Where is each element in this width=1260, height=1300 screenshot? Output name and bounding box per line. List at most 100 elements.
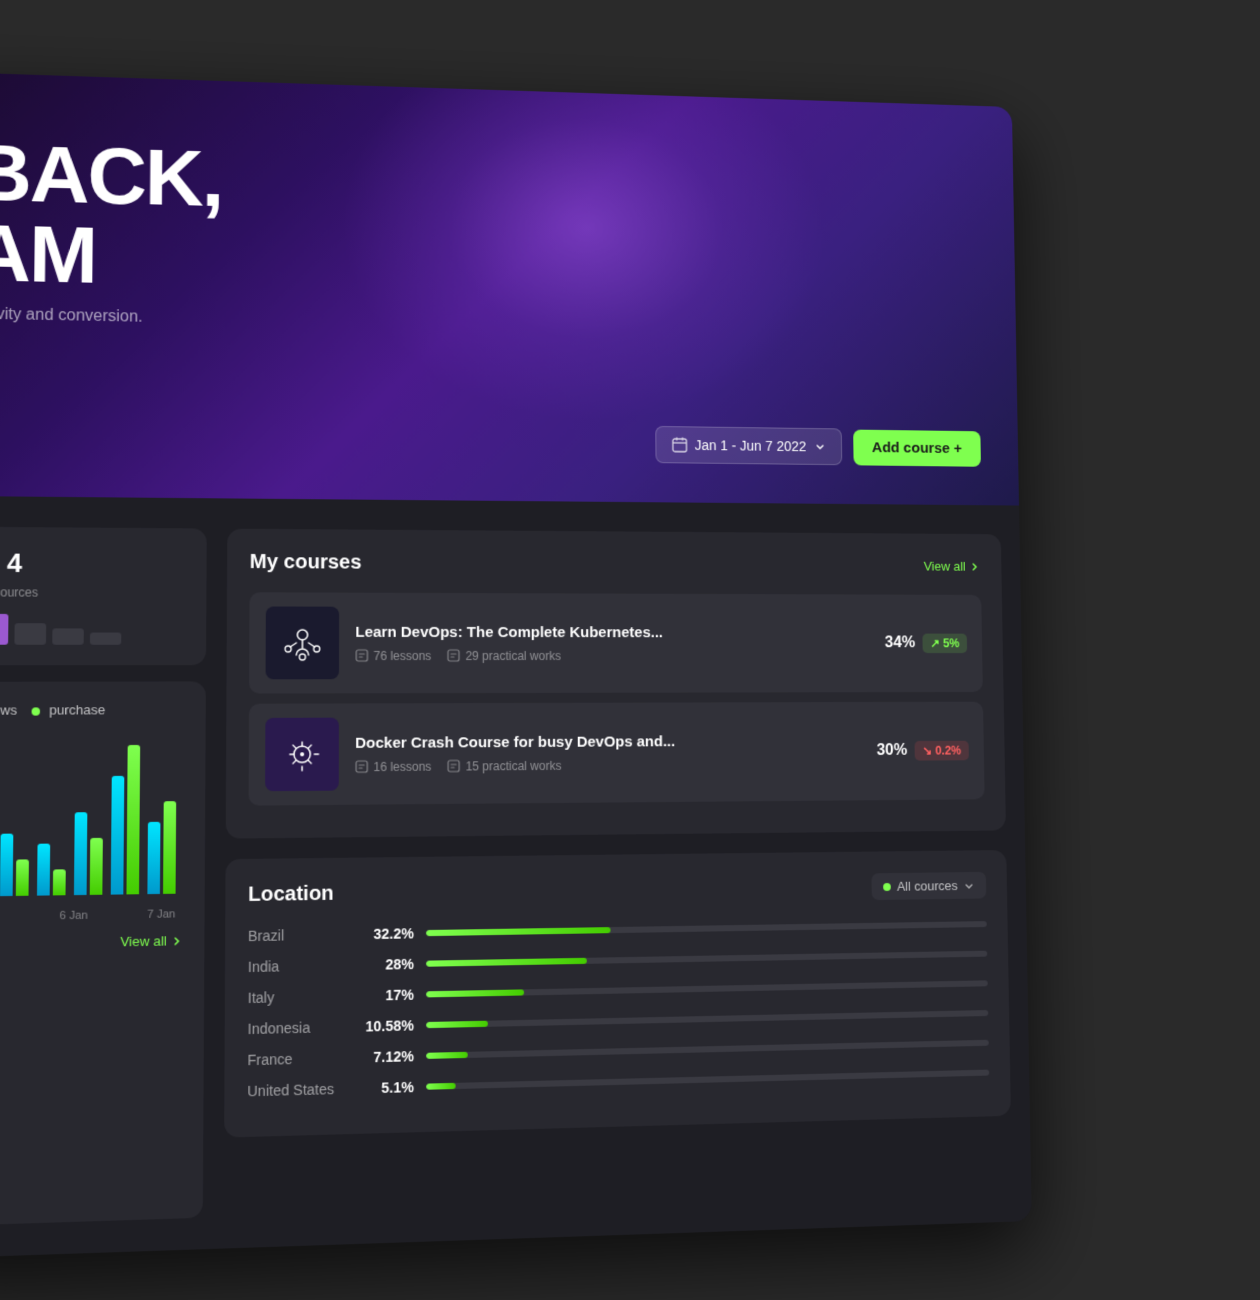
lessons-icon-2 [355,760,368,773]
course-item-2[interactable]: Docker Crash Course for busy DevOps and.… [249,702,985,806]
lessons-meta-2: 16 lessons [355,759,431,774]
mini-bars [0,614,186,645]
progress-fill [426,927,611,936]
chevron-down-icon [963,879,975,891]
location-item-indonesia: Indonesia 10.58% [248,1005,989,1037]
bar-group-3 [37,843,66,895]
docker-icon [277,730,326,779]
course-name-1: Learn DevOps: The Complete Kubernetes... [355,623,869,641]
course-stat-2: 30% ↘ 0.2% [877,741,969,761]
course-meta-1: 76 lessons 29 practical works [355,648,870,662]
bar-green [90,838,103,895]
progress-fill [426,1052,467,1059]
bar-gray-2 [52,628,84,645]
kubernetes-icon [278,619,327,668]
legend-views: views [0,702,17,718]
progress-bg [426,921,987,936]
location-item-france: France 7.12% [247,1035,988,1068]
stat-label: total cources [0,585,186,600]
progress-bg [426,980,988,997]
practical-icon-2 [447,759,460,772]
bar-purple [0,614,8,645]
location-dot [883,882,891,890]
purchase-dot [32,707,41,715]
progress-bg [426,1070,989,1090]
bar-group-4 [74,812,103,895]
chart-labels: 5 Jan 6 Jan 7 Jan [0,908,184,924]
calendar-icon [671,437,687,453]
bar-cyan [147,822,160,894]
bar-cyan [74,812,87,895]
arrow-right-icon [171,934,184,947]
bar-cyan [0,834,13,897]
chart-view-all[interactable]: View all [0,933,184,952]
location-item-italy: Italy 17% [248,975,988,1006]
my-courses-card: My courses View all [226,529,1006,839]
location-item-brazil: Brazil 32.2% [248,916,987,944]
main-content: 4 total cources views [0,496,1032,1259]
bar-gray-1 [14,623,46,645]
chart-area [0,733,185,900]
change-badge-2: ↘ 0.2% [915,741,969,761]
course-meta-2: 16 lessons 15 practical works [355,757,862,774]
bar-group-6 [147,801,176,894]
right-panel: My courses View all [224,529,1012,1217]
legend-purchase: purchase [32,702,106,718]
course-percent-2: 30% [877,742,908,760]
progress-bg [426,951,987,967]
progress-fill [426,1083,456,1090]
bar-green [53,869,66,895]
change-badge-1: ↗ 5% [923,634,967,653]
chevron-down-icon [814,441,826,453]
bar-cyan [111,776,125,895]
progress-bg [426,1040,989,1059]
progress-fill [426,958,587,967]
location-header: Location All cources [248,872,986,909]
add-course-button[interactable]: Add course + [853,429,981,466]
bar-green [16,859,29,896]
stat-number: 4 [7,547,23,579]
location-card: Location All cources Brazil 32.2% [224,850,1011,1138]
course-info-1: Learn DevOps: The Complete Kubernetes...… [355,623,870,662]
course-stat-1: 34% ↗ 5% [885,634,967,654]
stats-card: 4 total cources [0,527,207,666]
practical-meta: 29 practical works [447,648,561,662]
chart-card: views purchase [0,681,206,1226]
my-courses-title: My courses [250,551,362,575]
course-name-2: Docker Crash Course for busy DevOps and.… [355,732,861,752]
left-panel: 4 total cources views [0,527,207,1227]
bar-group-5 [111,745,140,895]
hero-title: BACK, AM [0,133,978,314]
location-dropdown[interactable]: All cources [872,872,986,900]
course-item-1[interactable]: Learn DevOps: The Complete Kubernetes...… [249,592,983,693]
bar-green [126,745,140,894]
practical-icon [447,649,460,662]
lessons-icon [355,649,368,662]
course-thumbnail-2 [265,718,339,792]
my-courses-header: My courses View all [250,551,981,578]
arrow-right-icon [969,561,980,573]
progress-bg [426,1010,988,1028]
progress-fill [426,989,524,997]
course-info-2: Docker Crash Course for busy DevOps and.… [355,732,862,774]
hero-banner: BACK, AM activity and conversion. Jan 1 … [0,71,1019,505]
bar-group-2 [0,833,29,896]
location-title: Location [248,882,334,907]
laptop-frame: BACK, AM activity and conversion. Jan 1 … [0,71,1032,1259]
bar-cyan [37,844,50,896]
course-percent-1: 34% [885,635,916,653]
my-courses-view-all[interactable]: View all [924,559,981,574]
location-item-us: United States 5.1% [247,1065,989,1100]
hero-subtitle: activity and conversion. [0,305,979,342]
progress-fill [426,1021,487,1028]
practical-meta-2: 15 practical works [447,758,561,773]
lessons-meta: 76 lessons [355,648,431,662]
bar-gray-3 [90,633,121,645]
stat-row: 4 [0,547,186,580]
location-item-india: India 28% [248,946,988,975]
bar-green [163,801,176,894]
hero-controls: Jan 1 - Jun 7 2022 Add course + [655,426,981,467]
course-thumbnail-1 [266,606,340,679]
date-picker[interactable]: Jan 1 - Jun 7 2022 [655,426,842,465]
chart-legend: views purchase [0,702,185,718]
